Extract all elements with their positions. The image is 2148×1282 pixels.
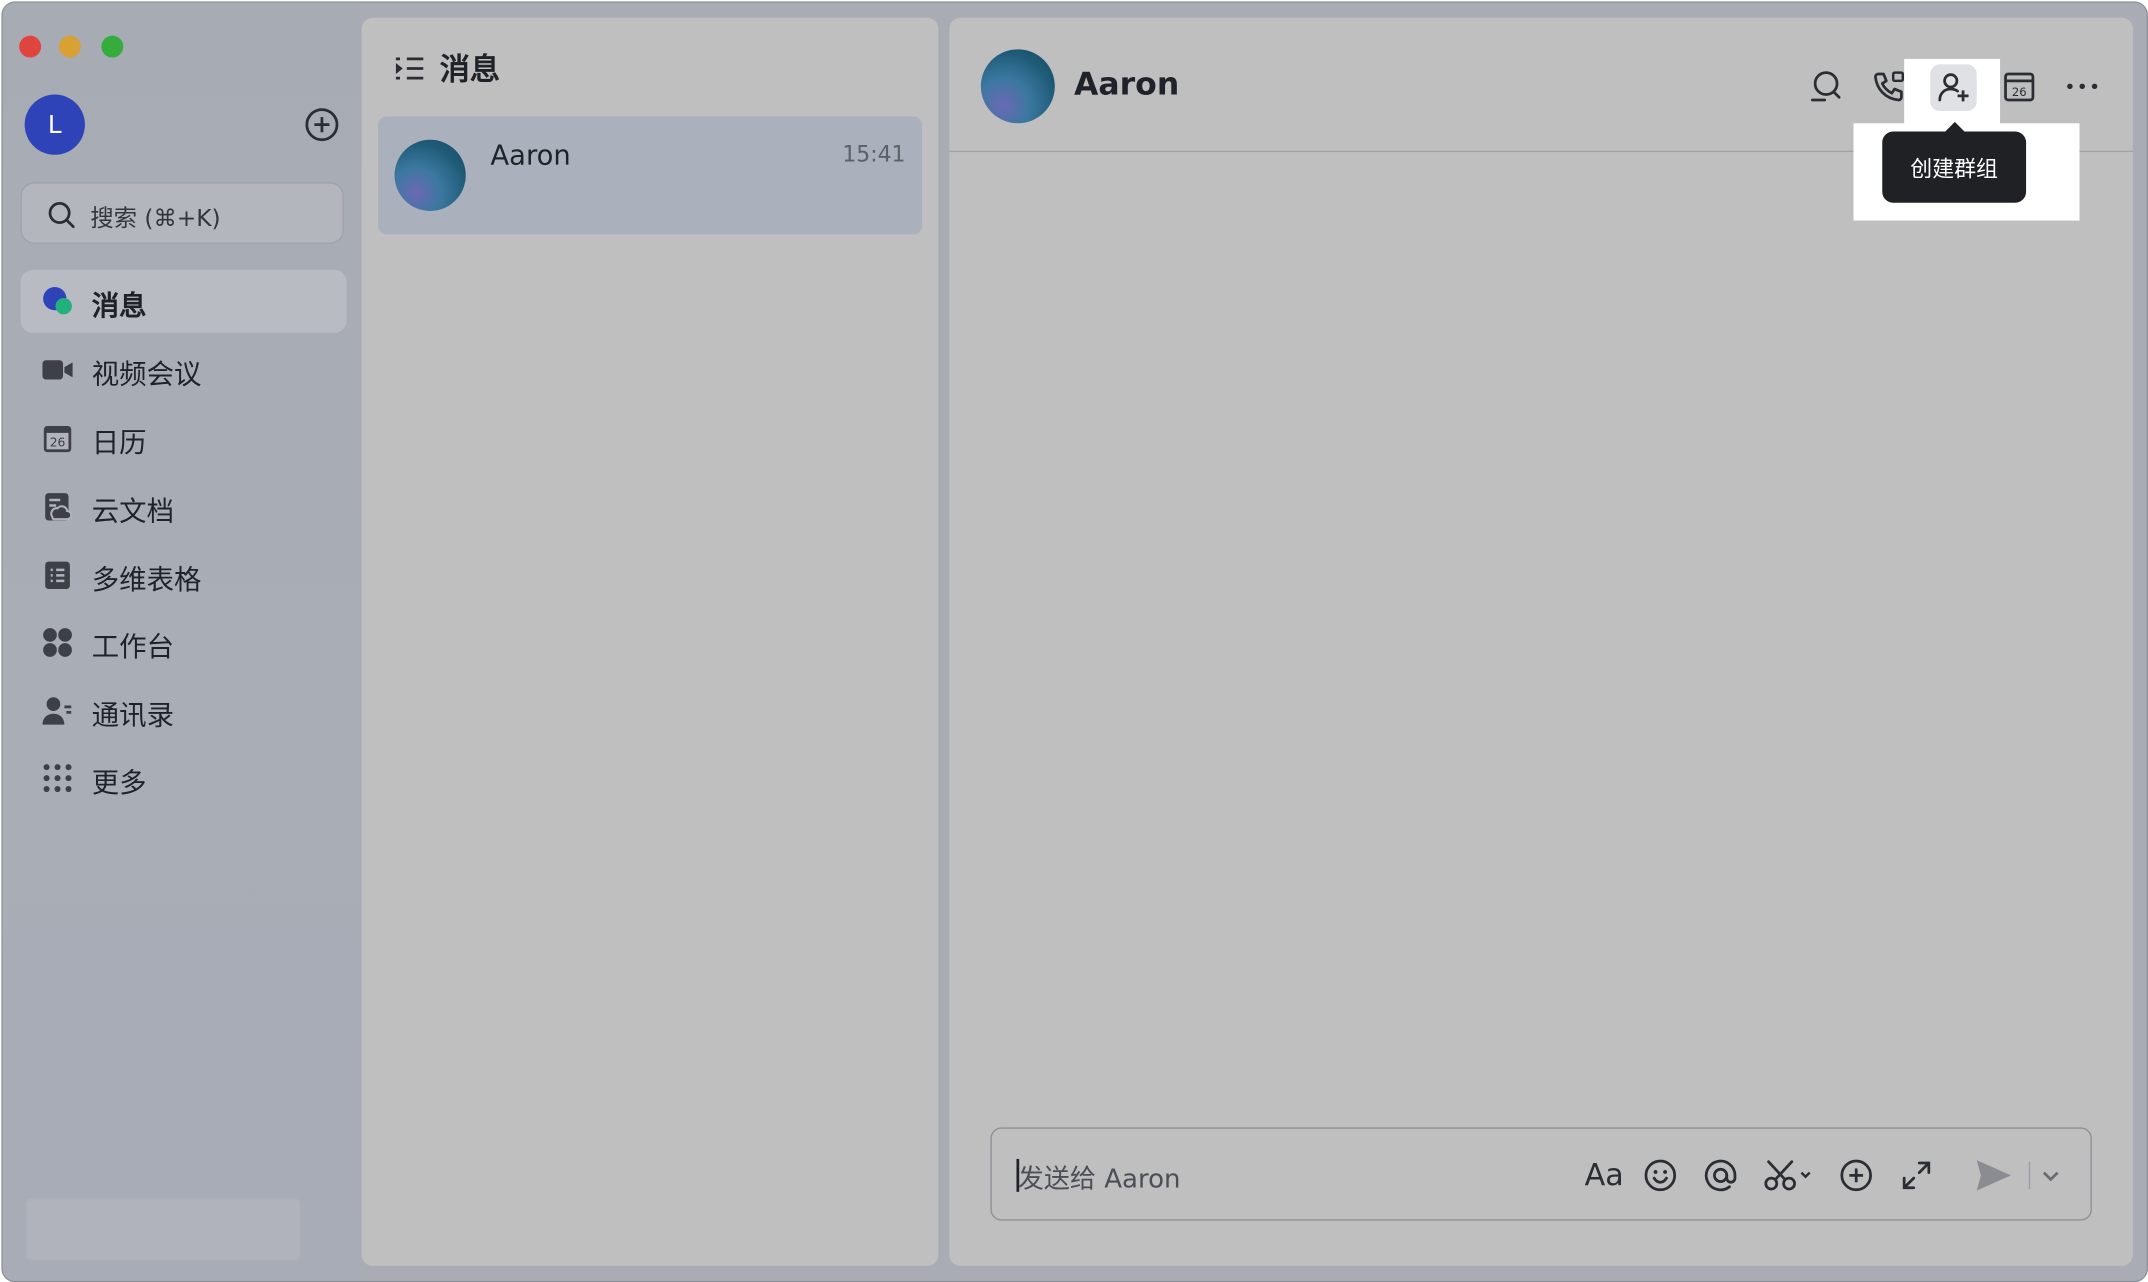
list-title: 消息: [439, 53, 501, 88]
sidebar: L 搜索 (⌘+K) 消息 视频会议 26 日历 云文档 多维表格 工作台 通讯…: [2, 2, 362, 1281]
conversation-item[interactable]: Aaron 15:41: [378, 116, 922, 235]
chat-avatar[interactable]: [980, 49, 1055, 124]
conversation-time: 15:41: [842, 141, 906, 168]
chat-panel: Aaron 26 创建群组 发送给 Aaron Aa: [949, 17, 2133, 1266]
sidebar-item-messages[interactable]: 消息: [20, 269, 347, 333]
sidebar-item-label: 更多: [91, 765, 147, 799]
contact-avatar: [394, 139, 466, 211]
sidebar-item-contacts[interactable]: 通讯录: [21, 679, 347, 742]
zoom-window-button[interactable]: [101, 35, 124, 58]
sidebar-item-workplace[interactable]: 工作台: [21, 611, 347, 674]
calendar-event-icon[interactable]: 26: [2000, 67, 2038, 105]
add-circle-icon[interactable]: [304, 107, 340, 143]
sidebar-item-more[interactable]: 更多: [21, 747, 347, 810]
conversation-list-panel: 消息 Aaron 15:41: [361, 17, 939, 1266]
sidebar-item-label: 视频会议: [91, 357, 202, 391]
more-options-icon[interactable]: [2063, 67, 2101, 105]
sidebar-item-calendar[interactable]: 26 日历: [21, 407, 347, 470]
phone-call-icon[interactable]: [1870, 67, 1908, 105]
search-chat-icon[interactable]: [1807, 67, 1845, 105]
text-format-button[interactable]: Aa: [1581, 1156, 1628, 1194]
sidebar-item-base[interactable]: 多维表格: [21, 544, 347, 607]
composer-placeholder: 发送给 Aaron: [1017, 1164, 1181, 1195]
create-group-tooltip: 创建群组: [1882, 121, 2027, 203]
add-attachment-icon[interactable]: [1837, 1156, 1875, 1194]
create-group-button[interactable]: [1930, 64, 1977, 111]
sidebar-item-docs[interactable]: 云文档: [21, 475, 347, 538]
calendar-icon: 26: [41, 422, 74, 455]
app-window: L 搜索 (⌘+K) 消息 视频会议 26 日历 云文档 多维表格 工作台 通讯…: [1, 1, 2148, 1282]
more-dots-grid-icon: [41, 762, 74, 795]
base-table-icon: [41, 559, 74, 592]
sidebar-item-label: 工作台: [91, 630, 174, 664]
send-icon[interactable]: [1973, 1156, 2014, 1194]
minimize-window-button[interactable]: [58, 35, 81, 58]
contacts-icon: [41, 695, 74, 728]
expand-composer-icon[interactable]: [1897, 1156, 1935, 1194]
search-icon: [47, 200, 77, 236]
workplace-grid-icon: [41, 626, 74, 659]
calendar-icon-date: 26: [50, 436, 66, 450]
video-camera-icon: [41, 353, 74, 386]
cloud-document-icon: [41, 490, 74, 523]
send-options-chevron-icon[interactable]: [2038, 1156, 2063, 1194]
message-composer[interactable]: 发送给 Aaron Aa: [990, 1127, 2092, 1221]
conversation-name: Aaron: [490, 138, 571, 172]
sidebar-item-label: 云文档: [91, 494, 174, 528]
screenshot-scissors-icon[interactable]: [1762, 1156, 1814, 1194]
sidebar-item-label: 日历: [91, 426, 147, 459]
emoji-icon[interactable]: [1641, 1156, 1679, 1194]
sidebar-item-label: 多维表格: [91, 563, 202, 596]
add-member-icon: [1934, 68, 1972, 112]
search-box[interactable]: 搜索 (⌘+K): [20, 182, 344, 244]
blurred-status-area: [26, 1198, 301, 1261]
send-divider: [2028, 1161, 2031, 1190]
close-window-button[interactable]: [19, 35, 42, 58]
chat-title[interactable]: Aaron: [1074, 67, 1179, 103]
sidebar-item-label: 消息: [91, 289, 147, 322]
sidebar-item-video-meetings[interactable]: 视频会议: [21, 338, 347, 401]
mention-icon[interactable]: [1701, 1156, 1739, 1194]
format-label: Aa: [1584, 1158, 1624, 1193]
sidebar-item-label: 通讯录: [91, 698, 174, 732]
calendar-date: 26: [2012, 85, 2027, 99]
user-avatar[interactable]: L: [24, 94, 85, 155]
collapse-list-icon[interactable]: [395, 55, 425, 88]
search-placeholder: 搜索 (⌘+K): [90, 205, 221, 233]
message-bubble-icon: [41, 285, 74, 318]
